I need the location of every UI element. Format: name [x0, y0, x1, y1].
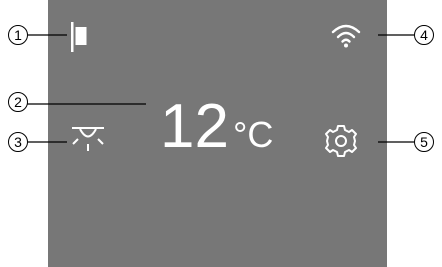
callout-1: 1 [8, 25, 28, 45]
callout-4: 4 [414, 25, 434, 45]
callout-2: 2 [8, 92, 28, 112]
temperature-value: 12 [160, 92, 229, 161]
wifi-icon[interactable] [330, 22, 362, 48]
settings-gear-icon[interactable] [324, 124, 358, 158]
door-flag-icon[interactable] [70, 22, 92, 52]
light-icon[interactable] [70, 122, 106, 158]
callout-3: 3 [8, 132, 28, 152]
temperature-readout: 12 °C [160, 96, 273, 158]
callout-5: 5 [414, 132, 434, 152]
temperature-unit: °C [232, 114, 274, 155]
